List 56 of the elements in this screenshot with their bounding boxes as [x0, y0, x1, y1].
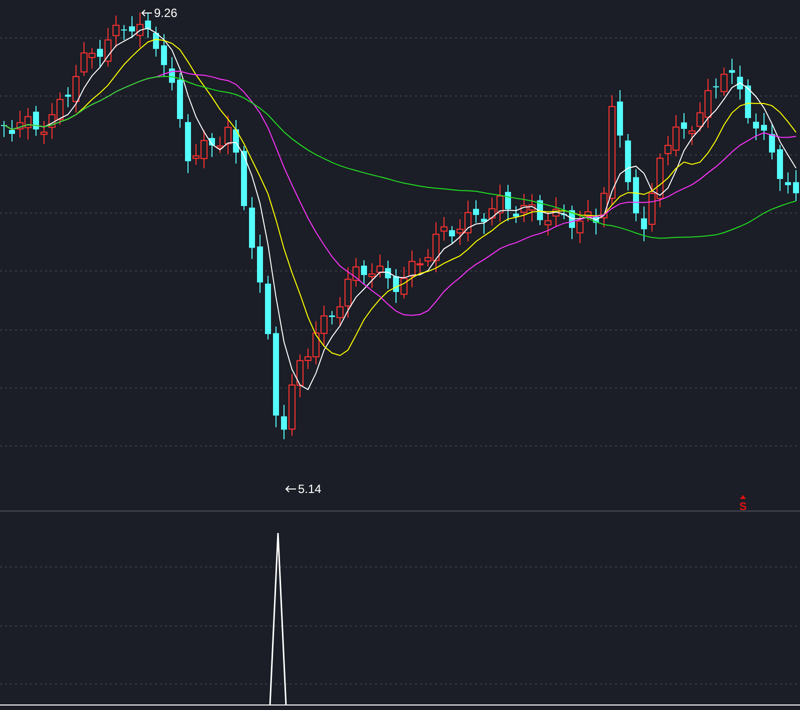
candlestick	[153, 26, 159, 58]
candlestick	[329, 310, 335, 325]
candlestick	[145, 12, 151, 38]
candlestick	[249, 196, 255, 260]
price-label: 5.14	[298, 482, 322, 496]
candlestick	[161, 34, 167, 78]
candlestick	[745, 78, 751, 124]
candlestick	[129, 16, 135, 38]
candlestick	[449, 226, 455, 244]
candlestick	[593, 208, 599, 235]
candlestick	[65, 86, 71, 108]
signal-marker: S	[739, 501, 747, 513]
candlestick	[641, 206, 647, 242]
candlestick	[737, 65, 743, 100]
candlestick	[385, 260, 391, 290]
candlestick	[633, 168, 639, 222]
candlestick	[753, 113, 759, 141]
candlestick	[625, 133, 631, 192]
candlestick	[169, 56, 175, 91]
candlestick	[537, 194, 543, 226]
arrow-icon	[141, 10, 152, 16]
candlestick	[513, 206, 519, 224]
candlestick	[185, 114, 191, 174]
candlestick	[681, 112, 687, 140]
candlestick	[209, 132, 215, 158]
candlestick	[793, 170, 799, 202]
candlestick	[785, 172, 791, 194]
candlestick	[569, 205, 575, 240]
candlestick	[281, 404, 287, 440]
candlestick	[720, 67, 728, 96]
candlestick	[713, 78, 719, 99]
candlestick	[761, 112, 767, 140]
candlestick	[241, 145, 247, 211]
candlestick	[177, 72, 183, 128]
candlestick	[97, 39, 103, 68]
candlestick	[257, 234, 263, 294]
price-label: 9.26	[154, 6, 178, 20]
candlestick	[473, 200, 479, 224]
candlestick	[136, 12, 144, 48]
up-triangle-icon	[740, 495, 746, 499]
candlestick	[561, 204, 567, 220]
candlestick	[1, 120, 7, 138]
candlestick	[361, 260, 367, 286]
candlestick	[9, 120, 15, 142]
candlestick	[729, 58, 735, 85]
candlestick	[33, 105, 39, 136]
candlestick	[481, 212, 487, 234]
candlestick	[617, 90, 623, 148]
candlestick	[777, 144, 783, 192]
candlestick	[121, 24, 127, 40]
candlestick	[233, 120, 239, 164]
candlestick	[769, 123, 775, 160]
candlestick	[393, 268, 399, 304]
arrow-icon	[285, 486, 296, 492]
candlestick	[505, 184, 511, 222]
candlestick	[265, 275, 271, 340]
